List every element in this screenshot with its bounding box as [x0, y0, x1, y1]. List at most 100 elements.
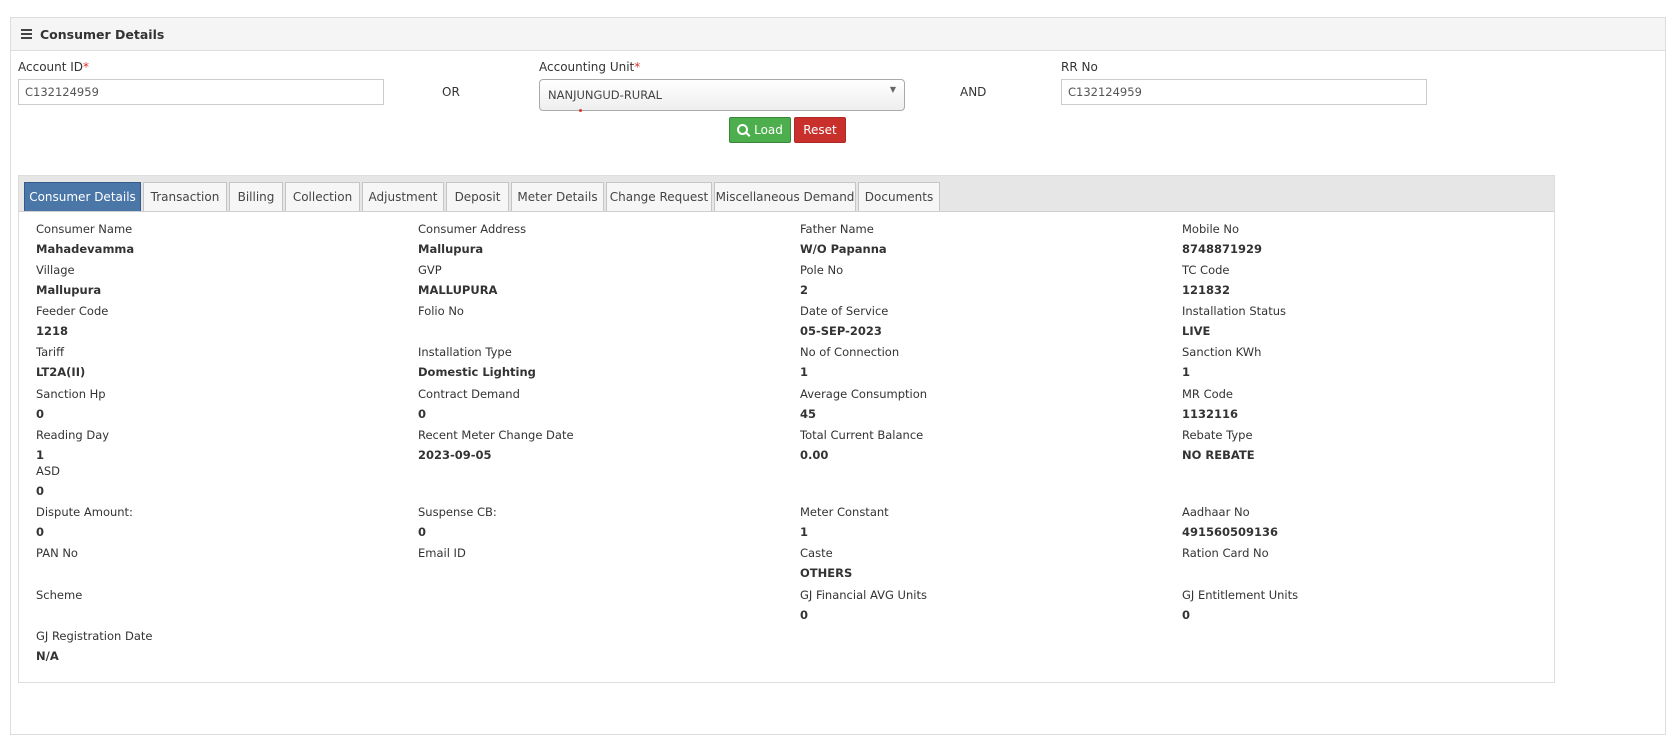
pole-no-label: Pole No	[800, 263, 844, 277]
gj-registration-date-label: GJ Registration Date	[36, 629, 153, 643]
gj-financial-avg-units-value: 0	[800, 608, 809, 622]
mr-code-label: MR Code	[1182, 387, 1234, 401]
account-id-input[interactable]	[18, 79, 384, 105]
tariff-label: Tariff	[36, 345, 65, 359]
gj-entitlement-units-value: 0	[1182, 608, 1191, 622]
search-icon	[737, 123, 749, 135]
tab-container: Consumer Details Transaction Billing Col…	[18, 175, 1555, 683]
tc-code-value: 121832	[1182, 283, 1231, 297]
installation-type-value: Domestic Lighting	[418, 365, 536, 379]
feeder-code-label: Feeder Code	[36, 304, 109, 318]
tab-bar: Consumer Details Transaction Billing Col…	[19, 176, 1554, 212]
aadhaar-no-label: Aadhaar No	[1182, 505, 1250, 519]
sanction-hp-label: Sanction Hp	[36, 387, 106, 401]
panel-title: Consumer Details	[40, 26, 165, 42]
mobile-no-value: 8748871929	[1182, 242, 1263, 256]
or-label: OR	[442, 85, 460, 99]
village-value: Mallupura	[36, 283, 102, 297]
panel-heading: Consumer Details	[11, 18, 1665, 51]
consumer-address-value: Mallupura	[418, 242, 484, 256]
rebate-type-value: NO REBATE	[1182, 448, 1255, 462]
reading-day-label: Reading Day	[36, 428, 110, 442]
no-of-connection-value: 1	[800, 365, 809, 379]
gj-entitlement-units-label: GJ Entitlement Units	[1182, 588, 1299, 602]
pole-no-value: 2	[800, 283, 809, 297]
validation-dot	[579, 109, 582, 112]
village-label: Village	[36, 263, 75, 277]
tab-consumer-details[interactable]: Consumer Details	[24, 182, 141, 211]
dropdown-arrow-icon[interactable]: ▼	[890, 85, 896, 94]
mr-code-value: 1132116	[1182, 407, 1239, 421]
sanction-kwh-label: Sanction KWh	[1182, 345, 1262, 359]
caste-label: Caste	[800, 546, 833, 560]
average-consumption-label: Average Consumption	[800, 387, 928, 401]
dispute-amount-label: Dispute Amount:	[36, 505, 133, 519]
tab-meter-details[interactable]: Meter Details	[511, 182, 604, 211]
total-current-balance-value: 0.00	[800, 448, 829, 462]
mobile-no-label: Mobile No	[1182, 222, 1240, 236]
tab-billing[interactable]: Billing	[229, 182, 283, 211]
accounting-unit-label: Accounting Unit*	[539, 60, 641, 74]
tc-code-label: TC Code	[1182, 263, 1230, 277]
sanction-kwh-value: 1	[1182, 365, 1191, 379]
email-id-label: Email ID	[418, 546, 466, 560]
rr-no-input[interactable]	[1061, 79, 1427, 105]
meter-constant-label: Meter Constant	[800, 505, 889, 519]
father-name-value: W/O Papanna	[800, 242, 887, 256]
aadhaar-no-value: 491560509136	[1182, 525, 1279, 539]
recent-meter-change-date-value: 2023-09-05	[418, 448, 492, 462]
contract-demand-label: Contract Demand	[418, 387, 520, 401]
ration-card-no-label: Ration Card No	[1182, 546, 1269, 560]
required-mark: *	[83, 60, 90, 74]
menu-icon[interactable]	[21, 27, 32, 41]
gj-financial-avg-units-label: GJ Financial AVG Units	[800, 588, 927, 602]
caste-value: OTHERS	[800, 566, 853, 580]
sanction-hp-value: 0	[36, 407, 45, 421]
date-of-service-label: Date of Service	[800, 304, 889, 318]
tab-transaction[interactable]: Transaction	[143, 182, 227, 211]
tab-miscellaneous-demand[interactable]: Miscellaneous Demand	[714, 182, 856, 211]
tab-documents[interactable]: Documents	[858, 182, 940, 211]
suspense-cb-label: Suspense CB:	[418, 505, 497, 519]
gvp-value: MALLUPURA	[418, 283, 498, 297]
pan-no-label: PAN No	[36, 546, 78, 560]
tab-deposit[interactable]: Deposit	[446, 182, 509, 211]
rr-no-label: RR No	[1061, 60, 1098, 74]
tab-adjustment[interactable]: Adjustment	[362, 182, 444, 211]
contract-demand-value: 0	[418, 407, 427, 421]
asd-value: 0	[36, 484, 45, 498]
consumer-address-label: Consumer Address	[418, 222, 527, 236]
rebate-type-label: Rebate Type	[1182, 428, 1253, 442]
account-id-label: Account ID*	[18, 60, 90, 74]
installation-status-label: Installation Status	[1182, 304, 1286, 318]
tariff-value: LT2A(II)	[36, 365, 86, 379]
tab-change-request[interactable]: Change Request	[606, 182, 712, 211]
reset-button[interactable]: Reset	[794, 117, 846, 143]
gj-registration-date-value: N/A	[36, 649, 59, 663]
feeder-code-value: 1218	[36, 324, 69, 338]
installation-status-value: LIVE	[1182, 324, 1211, 338]
accounting-unit-select[interactable]: NANJUNGUD-RURAL ▼	[539, 79, 905, 111]
consumer-name-value: Mahadevamma	[36, 242, 135, 256]
tab-collection[interactable]: Collection	[285, 182, 360, 211]
scheme-label: Scheme	[36, 588, 83, 602]
installation-type-label: Installation Type	[418, 345, 512, 359]
father-name-label: Father Name	[800, 222, 874, 236]
recent-meter-change-date-label: Recent Meter Change Date	[418, 428, 574, 442]
consumer-name-label: Consumer Name	[36, 222, 133, 236]
date-of-service-value: 05-SEP-2023	[800, 324, 882, 338]
suspense-cb-value: 0	[418, 525, 427, 539]
accounting-unit-value: NANJUNGUD-RURAL	[548, 88, 663, 102]
folio-no-label: Folio No	[418, 304, 464, 318]
asd-label: ASD	[36, 464, 61, 478]
and-label: AND	[960, 85, 987, 99]
dispute-amount-value: 0	[36, 525, 45, 539]
total-current-balance-label: Total Current Balance	[800, 428, 924, 442]
average-consumption-value: 45	[800, 407, 817, 421]
no-of-connection-label: No of Connection	[800, 345, 900, 359]
gvp-label: GVP	[418, 263, 442, 277]
reading-day-value: 1	[36, 448, 45, 462]
load-button[interactable]: Load	[729, 117, 791, 143]
meter-constant-value: 1	[800, 525, 809, 539]
required-mark: *	[634, 60, 641, 74]
